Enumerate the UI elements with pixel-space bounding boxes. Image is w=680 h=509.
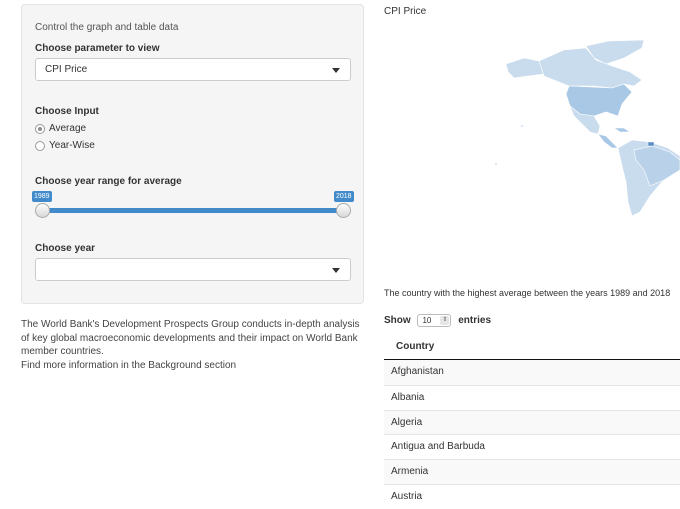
- description: The World Bank's Development Prospects G…: [21, 318, 361, 372]
- map-region-highlighted[interactable]: [647, 141, 655, 147]
- table-row[interactable]: Austria: [384, 483, 680, 509]
- spinner-icon: ⇕: [440, 316, 450, 325]
- highest-country-text: The country with the highest average bet…: [384, 288, 671, 298]
- range-slider-track[interactable]: [42, 208, 344, 213]
- table-row[interactable]: Afghanistan: [384, 360, 680, 385]
- input-label: Choose Input: [35, 106, 99, 117]
- parameter-label: Choose parameter to view: [35, 43, 160, 54]
- map-region-hawaii[interactable]: [521, 125, 523, 127]
- world-map[interactable]: [484, 36, 680, 222]
- map-region-central-america[interactable]: [597, 133, 619, 149]
- radio-year-wise-label: Year-Wise: [49, 140, 95, 151]
- chevron-down-icon: [332, 68, 340, 73]
- map-region-caribbean[interactable]: [613, 127, 631, 133]
- map-title: CPI Price: [384, 6, 427, 17]
- table-row[interactable]: Algeria: [384, 409, 680, 435]
- radio-year-wise-dot[interactable]: [35, 141, 45, 151]
- page-length-control: Show 10 ⇕ entries: [384, 314, 491, 327]
- radio-average-dot[interactable]: [35, 124, 45, 134]
- chevron-down-icon: [332, 268, 340, 273]
- page-length-value: 10: [422, 316, 432, 325]
- radio-average[interactable]: Average: [35, 123, 105, 137]
- radio-average-label: Average: [49, 123, 87, 134]
- map-region-galapagos[interactable]: [495, 163, 497, 165]
- table-row[interactable]: Armenia: [384, 459, 680, 484]
- parameter-select-value: CPI Price: [45, 64, 88, 75]
- range-min-label: 1989: [32, 191, 52, 202]
- background-hint: Find more information in the Background …: [21, 359, 237, 371]
- range-max-label: 2018: [334, 191, 354, 202]
- entries-label: entries: [458, 315, 492, 327]
- panel-title: Control the graph and table data: [35, 22, 179, 33]
- page-length-select[interactable]: 10 ⇕: [417, 314, 452, 327]
- year-select[interactable]: [35, 258, 351, 281]
- range-label: Choose year range for average: [35, 176, 182, 187]
- country-table: Country Afghanistan Albania Algeria Anti…: [384, 334, 680, 509]
- table-row[interactable]: Antigua and Barbuda: [384, 434, 680, 459]
- description-text: The World Bank's Development Prospects G…: [21, 319, 360, 357]
- range-slider-min-handle[interactable]: [35, 203, 50, 218]
- map-region-alaska[interactable]: [505, 57, 545, 79]
- parameter-select[interactable]: CPI Price: [35, 58, 351, 81]
- show-label: Show: [384, 315, 411, 327]
- control-panel: Control the graph and table data Choose …: [21, 4, 364, 304]
- table-row[interactable]: Albania: [384, 384, 680, 410]
- range-slider-max-handle[interactable]: [336, 203, 351, 218]
- radio-year-wise[interactable]: Year-Wise: [35, 140, 105, 154]
- year-label: Choose year: [35, 243, 96, 254]
- column-header-country[interactable]: Country: [384, 334, 680, 360]
